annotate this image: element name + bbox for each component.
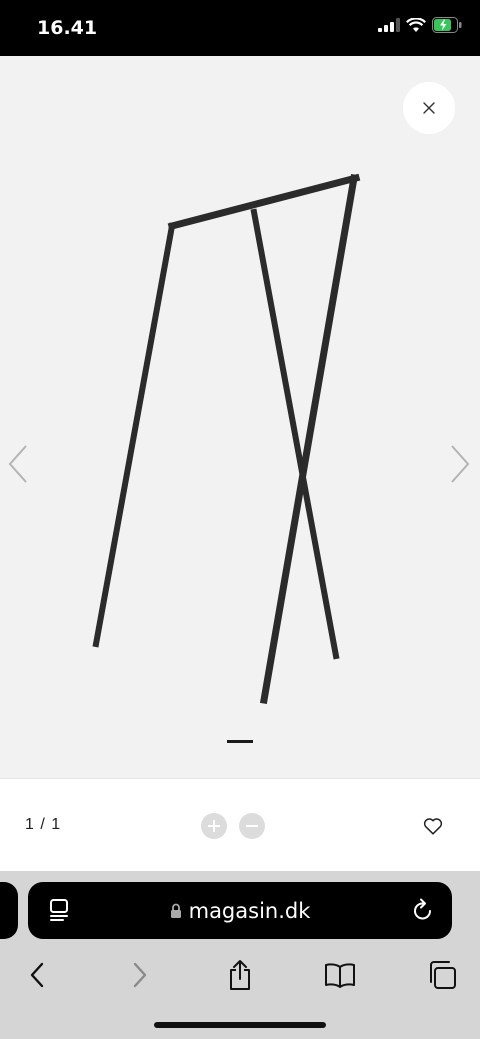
wifi-icon: [406, 17, 426, 32]
forward-button[interactable]: [120, 955, 160, 995]
chevron-right-icon[interactable]: [448, 442, 472, 486]
signal-icon: [378, 18, 400, 32]
reload-icon[interactable]: [412, 898, 434, 922]
page-indicator: [227, 740, 253, 743]
status-time: 16.41: [37, 17, 98, 39]
back-icon: [30, 962, 44, 988]
bookmarks-button[interactable]: [320, 955, 360, 995]
product-image: [92, 173, 361, 705]
browser-chrome: magasin.dk: [0, 871, 480, 1039]
heart-icon[interactable]: [422, 815, 444, 837]
zoom-in-button[interactable]: [201, 813, 227, 839]
zoom-out-icon: [246, 825, 258, 827]
close-button[interactable]: [403, 82, 455, 134]
tabs-button[interactable]: [422, 955, 462, 995]
url-display[interactable]: magasin.dk: [28, 899, 452, 923]
chevron-left-icon[interactable]: [6, 442, 30, 486]
back-button[interactable]: [17, 955, 57, 995]
battery-icon: [432, 17, 462, 33]
tabs-icon: [430, 961, 456, 989]
url-text: magasin.dk: [188, 899, 311, 923]
close-icon: [423, 102, 435, 114]
lock-icon: [170, 903, 181, 918]
browser-nav: [0, 955, 480, 999]
status-bar: 16.41: [0, 0, 480, 56]
address-bar[interactable]: magasin.dk: [28, 882, 452, 939]
share-icon: [230, 960, 250, 990]
image-counter: 1 / 1: [25, 816, 62, 833]
zoom-out-button[interactable]: [239, 813, 265, 839]
status-icons: [378, 17, 462, 33]
forward-icon: [133, 962, 147, 988]
home-indicator: [154, 1022, 326, 1028]
bookmarks-icon: [325, 963, 355, 988]
zoom-in-icon: [208, 820, 220, 832]
share-button[interactable]: [220, 955, 260, 995]
previous-tab-edge[interactable]: [0, 882, 18, 939]
image-viewer[interactable]: [0, 56, 480, 778]
viewer-toolbar: 1 / 1: [0, 778, 480, 871]
